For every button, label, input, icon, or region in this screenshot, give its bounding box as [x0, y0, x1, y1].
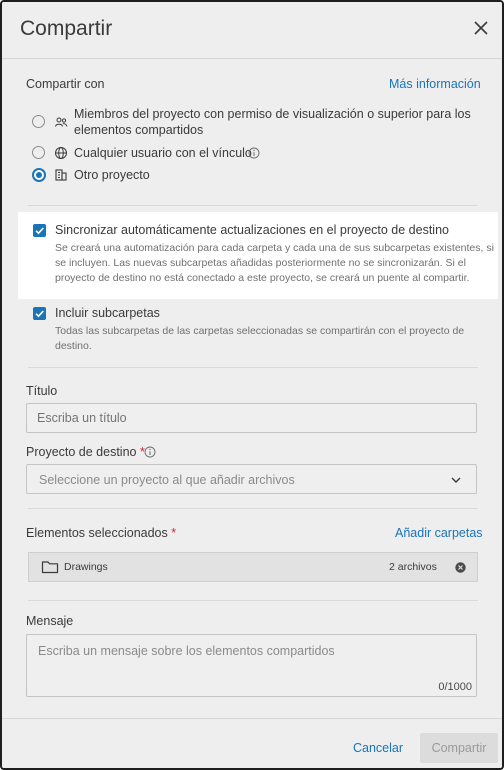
selected-items-label-text: Elementos seleccionados [26, 526, 168, 540]
people-icon [55, 117, 68, 127]
project-icon [55, 169, 67, 181]
share-with-label: Compartir con [26, 77, 105, 91]
sync-desc-line3: proyecto de destino no está conectado a … [55, 272, 470, 284]
option-anyone-with-link: Cualquier usuario con el vínculo [74, 146, 252, 160]
chevron-down-icon [451, 477, 461, 483]
section-divider [28, 205, 478, 206]
title-label: Título [26, 384, 58, 398]
dest-project-label: Proyecto de destino * [26, 445, 145, 459]
radio-project-members[interactable] [32, 115, 45, 128]
folder-icon [41, 561, 59, 574]
option-other-project: Otro proyecto [74, 168, 150, 182]
add-folders-link[interactable]: Añadir carpetas [395, 526, 483, 540]
info-icon[interactable] [144, 446, 156, 458]
share-button[interactable]: Compartir [420, 733, 498, 763]
selected-item-name: Drawings [64, 561, 108, 573]
cancel-button[interactable]: Cancelar [348, 733, 408, 763]
subfolders-checkbox[interactable] [33, 307, 46, 320]
sync-label: Sincronizar automáticamente actualizacio… [55, 223, 449, 237]
share-dialog: Compartir Compartir con Más información … [0, 0, 504, 770]
radio-other-project[interactable] [32, 168, 46, 182]
sync-desc-line2: se incluyen. Las nuevas subcarpetas añad… [55, 257, 466, 269]
sync-checkbox[interactable] [33, 224, 46, 237]
subfolders-desc-line1: Todas las subcarpetas de las carpetas se… [55, 325, 465, 337]
message-textarea[interactable]: Escriba un mensaje sobre los elementos c… [26, 634, 477, 697]
dialog-footer: Cancelar Compartir [2, 718, 502, 768]
message-label: Mensaje [26, 614, 74, 628]
subfolders-desc-line2: destino. [55, 340, 92, 352]
check-icon [35, 310, 44, 318]
info-icon[interactable] [248, 147, 260, 159]
option-project-members-line1: Miembros del proyecto con permiso de vis… [74, 107, 471, 121]
required-marker: * [171, 526, 177, 540]
message-counter: 0/1000 [438, 681, 472, 693]
radio-anyone-with-link[interactable] [32, 146, 45, 159]
globe-icon [55, 147, 67, 159]
sync-desc-line1: Se creará una automatización para cada c… [55, 242, 494, 254]
close-icon[interactable] [472, 19, 490, 37]
check-icon [35, 227, 44, 235]
more-info-link[interactable]: Más información [389, 77, 481, 91]
dest-project-label-text: Proyecto de destino [26, 445, 137, 459]
selected-item-count: 2 archivos [389, 561, 437, 573]
dialog-title: Compartir [20, 17, 113, 40]
selected-item-row: Drawings 2 archivos [28, 552, 478, 582]
message-placeholder: Escriba un mensaje sobre los elementos c… [38, 644, 335, 658]
dialog-header: Compartir [2, 2, 502, 59]
subfolders-label: Incluir subcarpetas [55, 306, 160, 320]
dest-project-placeholder: Seleccione un proyecto al que añadir arc… [39, 473, 295, 487]
selected-items-label: Elementos seleccionados * [26, 526, 176, 540]
title-input[interactable] [26, 403, 477, 433]
section-divider [28, 600, 478, 601]
dest-project-select[interactable]: Seleccione un proyecto al que añadir arc… [26, 464, 477, 494]
option-project-members-line2: elementos compartidos [74, 123, 204, 137]
section-divider [28, 367, 478, 368]
section-divider [28, 508, 478, 509]
remove-icon[interactable] [455, 562, 466, 573]
